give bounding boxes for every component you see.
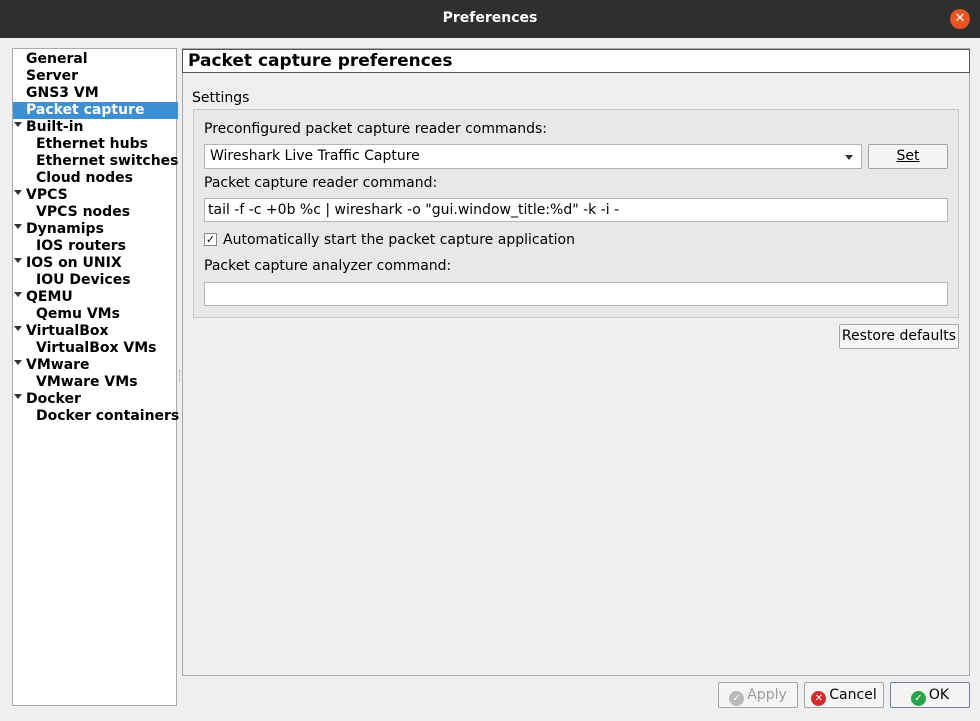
sidebar-item-virtualbox-vms[interactable]: VirtualBox VMs bbox=[13, 340, 157, 357]
sidebar-item-iou-devices[interactable]: IOU Devices bbox=[13, 272, 131, 289]
preconfigured-commands-value: Wireshark Live Traffic Capture bbox=[210, 148, 420, 164]
sidebar-item-cloud-nodes[interactable]: Cloud nodes bbox=[13, 170, 133, 187]
sidebar-item-label: VMware VMs bbox=[36, 374, 138, 390]
sidebar-item-label: General bbox=[26, 51, 88, 67]
page-title: Packet capture preferences bbox=[182, 49, 970, 73]
sidebar-item-gns3-vm[interactable]: GNS3 VM bbox=[13, 85, 99, 102]
sidebar-item-packet-capture[interactable]: Packet capture bbox=[13, 102, 178, 119]
sidebar-item-label: Ethernet hubs bbox=[36, 136, 148, 152]
sidebar-item-virtualbox[interactable]: VirtualBox bbox=[13, 323, 109, 340]
sidebar-item-vpcs-nodes[interactable]: VPCS nodes bbox=[13, 204, 130, 221]
apply-button[interactable]: ✓ Apply bbox=[718, 682, 798, 708]
sidebar-item-label: Docker containers bbox=[36, 408, 180, 424]
sidebar-item-label: VirtualBox bbox=[26, 323, 109, 339]
sidebar-item-ios-routers[interactable]: IOS routers bbox=[13, 238, 126, 255]
sidebar-item-label: VPCS bbox=[26, 187, 68, 203]
preconfigured-commands-label: Preconfigured packet capture reader comm… bbox=[204, 121, 547, 137]
sidebar-item-ethernet-switches[interactable]: Ethernet switches bbox=[13, 153, 179, 170]
sidebar-item-label: VMware bbox=[26, 357, 90, 373]
expand-arrow-icon[interactable] bbox=[14, 394, 22, 399]
auto-start-checkbox[interactable]: ✓ bbox=[204, 233, 217, 246]
sidebar-item-vpcs[interactable]: VPCS bbox=[13, 187, 68, 204]
ok-button-label: OK bbox=[928, 687, 950, 703]
chevron-down-icon bbox=[845, 155, 853, 160]
apply-button-label: Apply bbox=[747, 687, 787, 703]
sidebar-item-dynamips[interactable]: Dynamips bbox=[13, 221, 104, 238]
window-title: Preferences bbox=[442, 10, 538, 26]
sidebar-item-qemu-vms[interactable]: Qemu VMs bbox=[13, 306, 120, 323]
reader-command-label: Packet capture reader command: bbox=[204, 175, 438, 191]
sidebar-item-label: Cloud nodes bbox=[36, 170, 133, 186]
ok-button[interactable]: ✓ OK bbox=[890, 682, 970, 708]
sidebar-item-label: IOS routers bbox=[36, 238, 126, 254]
sidebar-item-label: Built-in bbox=[26, 119, 84, 135]
sidebar-item-label: VirtualBox VMs bbox=[36, 340, 157, 356]
expand-arrow-icon[interactable] bbox=[14, 326, 22, 331]
sidebar-item-server[interactable]: Server bbox=[13, 68, 78, 85]
expand-arrow-icon[interactable] bbox=[14, 190, 22, 195]
sidebar-item-label: Packet capture bbox=[26, 102, 145, 118]
expand-arrow-icon[interactable] bbox=[14, 292, 22, 297]
sidebar-item-vmware-vms[interactable]: VMware VMs bbox=[13, 374, 138, 391]
sidebar-item-vmware[interactable]: VMware bbox=[13, 357, 90, 374]
sidebar-item-ethernet-hubs[interactable]: Ethernet hubs bbox=[13, 136, 148, 153]
sidebar-item-label: Docker bbox=[26, 391, 81, 407]
x-circle-icon: ✕ bbox=[811, 691, 827, 706]
analyzer-command-input[interactable] bbox=[204, 282, 948, 306]
auto-start-label[interactable]: Automatically start the packet capture a… bbox=[223, 232, 575, 248]
preferences-tree[interactable]: General Server GNS3 VM Packet capture Built-… bbox=[12, 48, 179, 706]
check-circle-icon: ✓ bbox=[729, 691, 745, 706]
reader-command-input[interactable]: tail -f -c +0b %c | wireshark -o "gui.wi… bbox=[204, 198, 948, 222]
sidebar-item-label: IOU Devices bbox=[36, 272, 131, 288]
title-bar: Preferences ✕ bbox=[0, 0, 980, 38]
sidebar-item-label: Qemu VMs bbox=[36, 306, 120, 322]
sidebar-item-docker[interactable]: Docker bbox=[13, 391, 81, 408]
sidebar-item-label: Ethernet switches bbox=[36, 153, 179, 169]
preconfigured-commands-select[interactable]: Wireshark Live Traffic Capture bbox=[204, 144, 862, 169]
expand-arrow-icon[interactable] bbox=[14, 258, 22, 263]
sidebar-item-label: Dynamips bbox=[26, 221, 104, 237]
analyzer-command-label: Packet capture analyzer command: bbox=[204, 258, 452, 274]
sidebar-item-ios-on-unix[interactable]: IOS on UNIX bbox=[13, 255, 122, 272]
set-button[interactable]: Set bbox=[868, 144, 948, 169]
set-button-label: Set bbox=[896, 148, 920, 164]
expand-arrow-icon[interactable] bbox=[14, 122, 22, 127]
sidebar-item-built-in[interactable]: Built-in bbox=[13, 119, 84, 136]
sidebar-item-general[interactable]: General bbox=[13, 51, 88, 68]
expand-arrow-icon[interactable] bbox=[14, 360, 22, 365]
sidebar-item-label: IOS on UNIX bbox=[26, 255, 122, 271]
sidebar-item-qemu[interactable]: QEMU bbox=[13, 289, 73, 306]
cancel-button[interactable]: ✕ Cancel bbox=[804, 682, 884, 708]
sidebar-item-label: QEMU bbox=[26, 289, 73, 305]
settings-group-label: Settings bbox=[192, 90, 250, 106]
sidebar-item-label: VPCS nodes bbox=[36, 204, 131, 220]
check-circle-icon: ✓ bbox=[910, 691, 926, 706]
sidebar-item-docker-containers[interactable]: Docker containers bbox=[13, 408, 179, 425]
restore-defaults-button[interactable]: Restore defaults bbox=[839, 324, 959, 349]
close-icon[interactable]: ✕ bbox=[950, 9, 970, 29]
cancel-button-label: Cancel bbox=[829, 687, 877, 703]
expand-arrow-icon[interactable] bbox=[14, 224, 22, 229]
sidebar-item-label: Server bbox=[26, 68, 79, 84]
sidebar-item-label: GNS3 VM bbox=[26, 85, 99, 101]
